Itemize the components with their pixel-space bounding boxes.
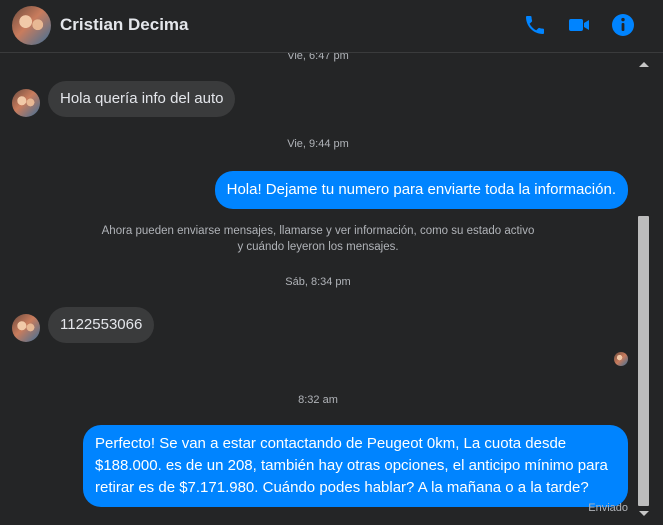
sender-avatar[interactable] xyxy=(12,89,40,117)
timestamp: Sáb, 8:34 pm xyxy=(285,276,351,288)
contact-name[interactable]: Cristian Decima xyxy=(60,15,189,35)
sent-status: Enviado xyxy=(588,502,628,514)
message-thread[interactable]: Vie, 6:47 pm Hola quería info del auto V… xyxy=(0,53,636,525)
incoming-message[interactable]: Hola quería info del auto xyxy=(48,81,236,117)
seen-avatar-icon xyxy=(614,352,628,366)
timestamp: 8:32 am xyxy=(298,394,338,406)
video-icon[interactable] xyxy=(567,13,591,37)
timestamp: Vie, 6:47 pm xyxy=(287,53,349,62)
info-icon[interactable] xyxy=(611,13,635,37)
chat-header: Cristian Decima xyxy=(0,0,663,53)
outgoing-message[interactable]: Perfecto! Se van a estar contactando de … xyxy=(83,425,628,507)
contact-avatar[interactable] xyxy=(12,6,51,45)
sender-avatar[interactable] xyxy=(12,314,40,342)
scroll-up-icon[interactable] xyxy=(639,62,649,67)
outgoing-message[interactable]: Hola! Dejame tu numero para enviarte tod… xyxy=(214,171,628,209)
scrollbar[interactable] xyxy=(636,53,652,525)
scrollbar-thumb[interactable] xyxy=(638,216,649,506)
phone-icon[interactable] xyxy=(523,13,547,37)
incoming-message[interactable]: 1122553066 xyxy=(48,307,155,343)
scroll-down-icon[interactable] xyxy=(639,511,649,516)
system-notice: Ahora pueden enviarse mensajes, llamarse… xyxy=(101,225,535,253)
timestamp: Vie, 9:44 pm xyxy=(287,138,349,150)
